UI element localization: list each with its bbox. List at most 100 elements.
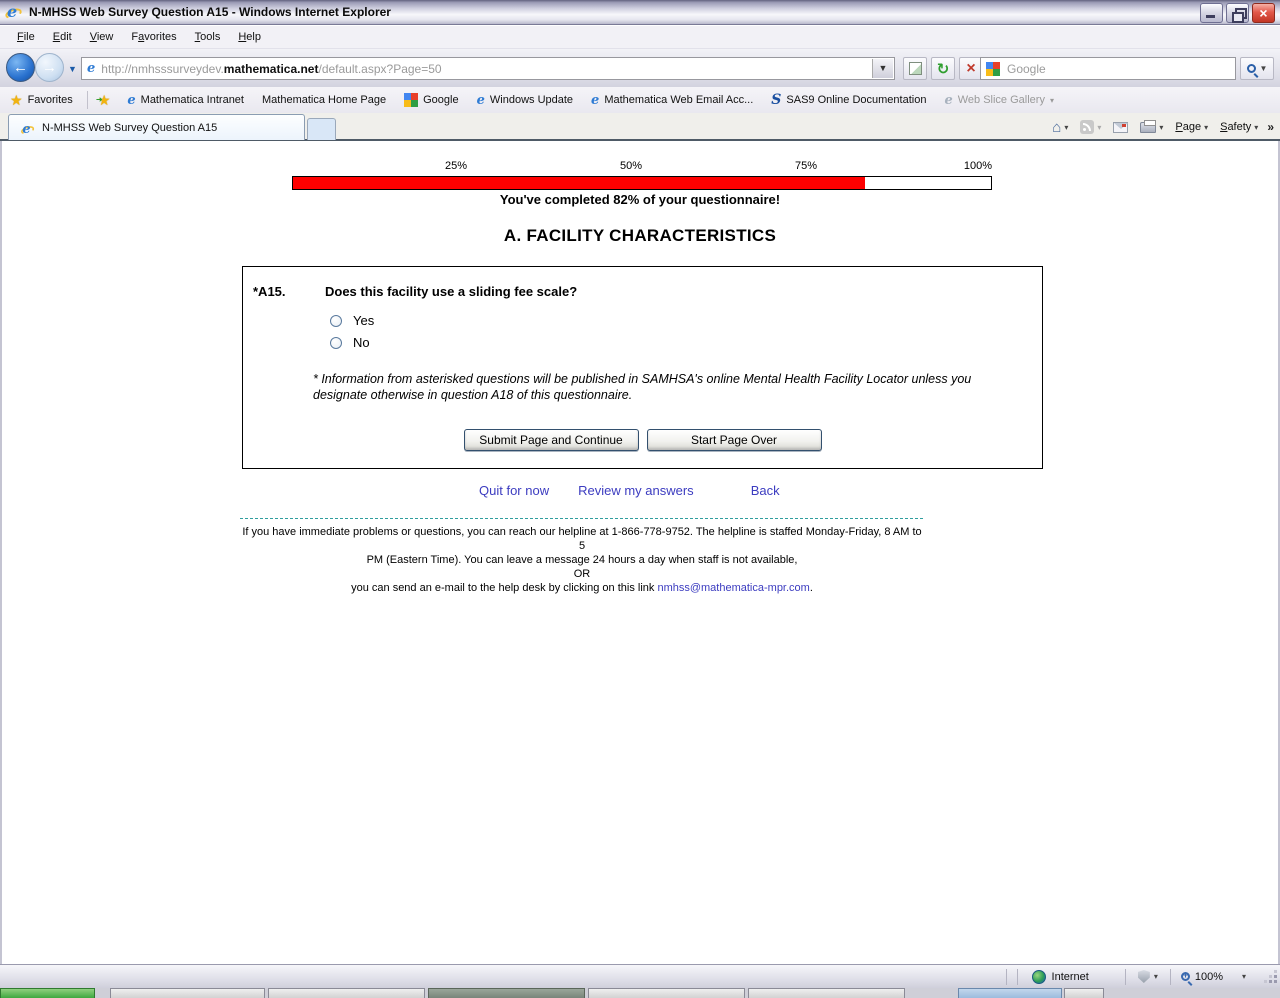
browser-viewport: 25% 50% 75% 100% You've completed 82% of…: [0, 141, 1280, 964]
submit-page-button[interactable]: Submit Page and Continue: [463, 429, 639, 451]
taskbar-item[interactable]: [958, 988, 1062, 998]
back-button[interactable]: ←: [6, 53, 35, 82]
print-button[interactable]: ▾: [1137, 119, 1166, 135]
feeds-button[interactable]: ▾: [1077, 118, 1104, 136]
favorite-mathematica-intranet[interactable]: e Mathematica Intranet: [118, 87, 253, 113]
zoom-control[interactable]: 100% ▾: [1171, 970, 1256, 983]
google-icon: [404, 93, 419, 107]
command-bar: ⌂ ▾ ▾ ▾ Page ▾ Safety ▾ »: [1049, 115, 1274, 139]
close-button[interactable]: ×: [1252, 3, 1275, 23]
url-text: http://nmhsssurveydev.mathematica.net/de…: [101, 61, 442, 76]
radio-yes[interactable]: [330, 314, 342, 327]
sas-icon: S: [771, 92, 782, 108]
radio-no[interactable]: [330, 336, 342, 349]
search-icon: [1246, 64, 1256, 73]
search-placeholder: Google: [1007, 61, 1046, 76]
favorite-google[interactable]: Google: [395, 87, 467, 113]
favorites-bar: ★ Favorites ★ eMathematica Intranet Math…: [0, 87, 1280, 113]
progress-tick-labels: 25% 50% 75% 100%: [444, 160, 992, 172]
divider-dashed: [240, 518, 923, 519]
progress-bar: [292, 176, 992, 190]
security-zone: Internet: [1018, 969, 1125, 984]
minimize-button[interactable]: [1200, 3, 1223, 23]
search-input[interactable]: Google: [980, 57, 1236, 80]
menu-favorites[interactable]: Favorites: [122, 28, 185, 46]
refresh-icon: ↻: [936, 59, 950, 78]
footer-links: Quit for now Review my answers Back: [479, 483, 780, 498]
start-page-over-button[interactable]: Start Page Over: [646, 429, 822, 451]
window-title: N-MHSS Web Survey Question A15 - Windows…: [29, 5, 391, 19]
search-button[interactable]: ▼: [1240, 57, 1274, 80]
taskbar-item[interactable]: [748, 988, 905, 998]
protected-mode-button[interactable]: ▾: [1126, 970, 1170, 983]
new-tab-button[interactable]: [307, 118, 336, 140]
page-favicon-icon: e: [87, 61, 96, 76]
history-dropdown-icon[interactable]: ▼: [68, 64, 77, 74]
taskbar-item[interactable]: [1064, 988, 1104, 998]
mail-icon: [1113, 121, 1129, 133]
answer-options: Yes No: [330, 313, 1042, 350]
menu-edit[interactable]: Edit: [44, 28, 81, 46]
tab-active[interactable]: e N-MHSS Web Survey Question A15: [8, 114, 305, 140]
rss-feed-icon: [1080, 120, 1095, 134]
favorite-mathematica-home-page[interactable]: Mathematica Home Page: [253, 87, 395, 113]
option-yes-label: Yes: [353, 313, 375, 328]
progress-message: You've completed 82% of your questionnai…: [499, 192, 781, 207]
taskbar-item[interactable]: [268, 988, 425, 998]
add-to-favorites-bar-icon[interactable]: ★: [96, 92, 110, 109]
stop-icon: ×: [966, 59, 976, 77]
menu-bar: File Edit View Favorites Tools Help: [0, 26, 1280, 49]
tab-bar: e N-MHSS Web Survey Question A15 ⌂ ▾ ▾ ▾ …: [0, 113, 1280, 141]
tab-title: N-MHSS Web Survey Question A15: [42, 121, 218, 134]
favorite-windows-update[interactable]: e Windows Update: [468, 87, 582, 113]
compatibility-view-button[interactable]: [903, 57, 927, 80]
start-button[interactable]: [0, 988, 95, 998]
title-bar: e N-MHSS Web Survey Question A15 - Windo…: [0, 0, 1280, 25]
home-icon: ⌂: [1052, 118, 1062, 136]
address-bar[interactable]: e http://nmhsssurveydev.mathematica.net/…: [81, 57, 895, 80]
star-icon: ★: [10, 91, 23, 108]
shield-icon: [1137, 970, 1150, 983]
question-box: *A15. Does this facility use a sliding f…: [242, 266, 1043, 469]
progress-fill: [293, 177, 866, 189]
home-button[interactable]: ⌂ ▾: [1049, 117, 1071, 138]
back-link[interactable]: Back: [751, 483, 780, 498]
restore-button[interactable]: [1226, 3, 1249, 23]
taskbar-item[interactable]: [588, 988, 745, 998]
taskbar-item[interactable]: [110, 988, 265, 998]
favorites-button[interactable]: ★ Favorites: [0, 87, 83, 113]
menu-file[interactable]: File: [8, 28, 44, 46]
review-my-answers-link[interactable]: Review my answers: [578, 483, 694, 498]
forward-button[interactable]: →: [35, 53, 64, 82]
address-dropdown-icon[interactable]: ▼: [872, 59, 893, 78]
refresh-button[interactable]: ↻: [931, 57, 955, 80]
help-email-link[interactable]: nmhss@mathematica-mpr.com: [657, 582, 809, 594]
ie-logo-icon: e: [4, 2, 23, 21]
resize-grip[interactable]: [1264, 970, 1278, 984]
favorite-sas9-documentation[interactable]: S SAS9 Online Documentation: [762, 87, 935, 113]
internet-globe-icon: [1031, 969, 1046, 984]
page-menu-label: age: [1182, 121, 1202, 133]
ie-icon: e: [591, 92, 600, 108]
favorite-mathematica-web-email[interactable]: e Mathematica Web Email Acc...: [582, 87, 762, 113]
zoom-icon: [1180, 970, 1190, 981]
ie-icon: e: [20, 121, 36, 136]
zoom-level: 100%: [1194, 970, 1223, 983]
asterisk-note: * Information from asterisked questions …: [313, 372, 972, 402]
printer-icon: [1140, 119, 1157, 133]
option-yes[interactable]: Yes: [330, 313, 1042, 328]
toolbar-overflow-icon[interactable]: »: [1267, 120, 1274, 134]
favorite-web-slice-gallery[interactable]: e Web Slice Gallery ▾: [935, 87, 1063, 113]
taskbar-item-active[interactable]: [428, 988, 585, 998]
safety-menu-button[interactable]: Safety ▾: [1217, 119, 1261, 135]
page-menu-button[interactable]: Page ▾: [1172, 119, 1211, 135]
google-icon: [986, 61, 1000, 76]
menu-tools[interactable]: Tools: [186, 28, 230, 46]
read-mail-button[interactable]: [1110, 120, 1131, 135]
option-no[interactable]: No: [330, 335, 1042, 350]
section-title: A. FACILITY CHARACTERISTICS: [503, 226, 777, 245]
quit-for-now-link[interactable]: Quit for now: [479, 483, 549, 498]
menu-view[interactable]: View: [81, 28, 123, 46]
ie-icon: e: [127, 92, 136, 108]
menu-help[interactable]: Help: [229, 28, 270, 46]
